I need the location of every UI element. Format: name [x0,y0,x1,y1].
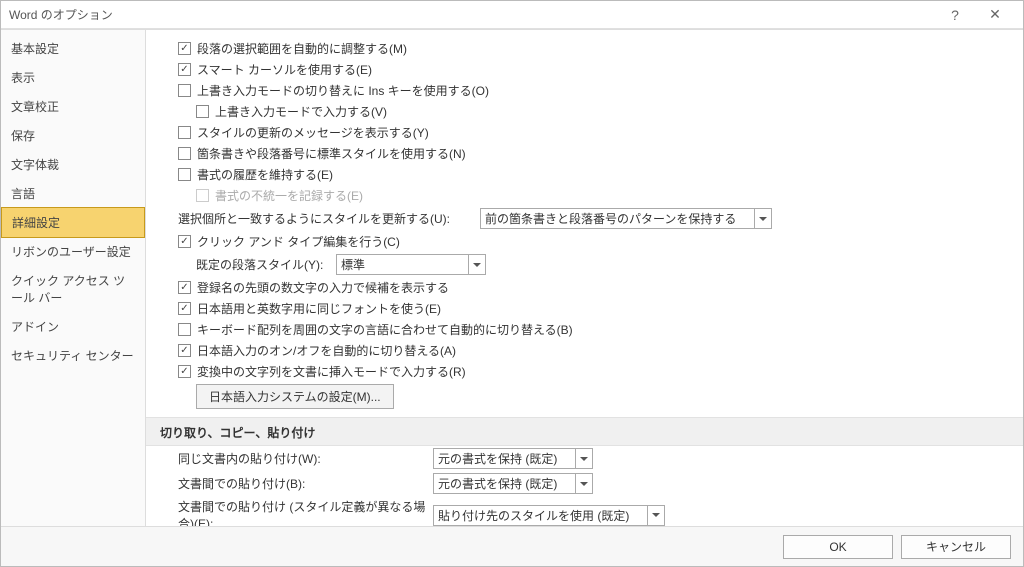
checkbox-icon[interactable] [178,126,191,139]
content-scroll[interactable]: 段落の選択範囲を自動的に調整する(M) スマート カーソルを使用する(E) 上書… [146,30,1023,526]
sidebar-item-proofing[interactable]: 文章校正 [1,92,145,121]
opt-keep-format-history[interactable]: 書式の履歴を維持する(E) [160,164,1009,185]
dialog-body: 基本設定 表示 文章校正 保存 文字体裁 言語 詳細設定 リボンのユーザー設定 … [1,29,1023,526]
option-label: 段落の選択範囲を自動的に調整する(M) [197,40,407,57]
select-paste-other-doc-diff[interactable]: 貼り付け先のスタイルを使用 (既定) [433,505,665,526]
titlebar: Word のオプション ? ✕ [1,1,1023,29]
select-value: 元の書式を保持 (既定) [438,475,571,492]
options-dialog: Word のオプション ? ✕ 基本設定 表示 文章校正 保存 文字体裁 言語 … [0,0,1024,567]
opt-auto-adjust-paragraph[interactable]: 段落の選択範囲を自動的に調整する(M) [160,38,1009,59]
select-default-para-style[interactable]: 標準 [336,254,486,275]
select-value: 前の箇条書きと段落番号のパターンを保持する [485,210,750,227]
checkbox-icon [196,189,209,202]
checkbox-icon[interactable] [178,302,191,315]
label-paste-same-doc: 同じ文書内の貼り付け(W): [178,450,433,467]
option-label: スマート カーソルを使用する(E) [197,61,372,78]
opt-ins-toggle[interactable]: 上書き入力モードの切り替えに Ins キーを使用する(O) [160,80,1009,101]
select-paste-same-doc[interactable]: 元の書式を保持 (既定) [433,448,593,469]
sidebar: 基本設定 表示 文章校正 保存 文字体裁 言語 詳細設定 リボンのユーザー設定 … [1,30,146,526]
row-ime-settings: 日本語入力システムの設定(M)... [160,382,1009,411]
cancel-button[interactable]: キャンセル [901,535,1011,559]
sidebar-item-typography[interactable]: 文字体裁 [1,150,145,179]
sidebar-item-general[interactable]: 基本設定 [1,34,145,63]
sidebar-item-qat[interactable]: クイック アクセス ツール バー [1,266,145,312]
option-label: 書式の履歴を維持する(E) [197,166,333,183]
option-label: 変換中の文字列を文書に挿入モードで入力する(R) [197,363,466,380]
label-paste-other-doc-diff: 文書間での貼り付け (スタイル定義が異なる場合)(E): [178,498,433,526]
option-label: スタイルの更新のメッセージを表示する(Y) [197,124,429,141]
option-label: 箇条書きや段落番号に標準スタイルを使用する(N) [197,145,466,162]
chevron-down-icon [754,209,770,228]
sidebar-item-ribbon[interactable]: リボンのユーザー設定 [1,237,145,266]
checkbox-icon[interactable] [178,281,191,294]
label-default-para-style: 既定の段落スタイル(Y): [196,256,326,273]
chevron-down-icon [647,506,663,525]
option-label: 上書き入力モードの切り替えに Ins キーを使用する(O) [197,82,489,99]
opt-overtype[interactable]: 上書き入力モードで入力する(V) [160,101,1009,122]
sidebar-item-addins[interactable]: アドイン [1,312,145,341]
option-label: 日本語用と英数字用に同じフォントを使う(E) [197,300,441,317]
checkbox-icon[interactable] [178,344,191,357]
label-paste-other-doc: 文書間での貼り付け(B): [178,475,433,492]
option-label: 登録名の先頭の数文字の入力で候補を表示する [197,279,449,296]
chevron-down-icon [575,474,591,493]
opt-record-inconsistency: 書式の不統一を記録する(E) [160,185,1009,206]
window-title: Word のオプション [9,6,935,23]
select-value: 標準 [341,256,464,273]
sidebar-item-language[interactable]: 言語 [1,179,145,208]
row-paste-other-doc-diff: 文書間での貼り付け (スタイル定義が異なる場合)(E): 貼り付け先のスタイルを… [160,496,1009,526]
row-paste-same-doc: 同じ文書内の貼り付け(W): 元の書式を保持 (既定) [160,446,1009,471]
row-default-para-style: 既定の段落スタイル(Y): 標準 [160,252,1009,277]
select-update-style[interactable]: 前の箇条書きと段落番号のパターンを保持する [480,208,772,229]
chevron-down-icon [468,255,484,274]
opt-style-update-prompt[interactable]: スタイルの更新のメッセージを表示する(Y) [160,122,1009,143]
opt-autocomplete-candidates[interactable]: 登録名の先頭の数文字の入力で候補を表示する [160,277,1009,298]
checkbox-icon[interactable] [178,42,191,55]
checkbox-icon[interactable] [178,168,191,181]
checkbox-icon[interactable] [178,365,191,378]
select-value: 元の書式を保持 (既定) [438,450,571,467]
option-label: 書式の不統一を記録する(E) [215,187,363,204]
opt-same-font-jp-en[interactable]: 日本語用と英数字用に同じフォントを使う(E) [160,298,1009,319]
opt-auto-ime-toggle[interactable]: 日本語入力のオン/オフを自動的に切り替える(A) [160,340,1009,361]
checkbox-icon[interactable] [178,63,191,76]
sidebar-item-trust[interactable]: セキュリティ センター [1,341,145,370]
dialog-footer: OK キャンセル [1,526,1023,566]
row-update-style: 選択個所と一致するようにスタイルを更新する(U): 前の箇条書きと段落番号のパタ… [160,206,1009,231]
option-label: キーボード配列を周囲の文字の言語に合わせて自動的に切り替える(B) [197,321,573,338]
label-update-style: 選択個所と一致するようにスタイルを更新する(U): [178,210,450,227]
opt-smart-cursor[interactable]: スマート カーソルを使用する(E) [160,59,1009,80]
opt-click-and-type[interactable]: クリック アンド タイプ編集を行う(C) [160,231,1009,252]
ok-button[interactable]: OK [783,535,893,559]
sidebar-item-advanced[interactable]: 詳細設定 [1,207,145,238]
opt-normal-style-lists[interactable]: 箇条書きや段落番号に標準スタイルを使用する(N) [160,143,1009,164]
checkbox-icon[interactable] [178,147,191,160]
checkbox-icon[interactable] [178,323,191,336]
content-wrap: 段落の選択範囲を自動的に調整する(M) スマート カーソルを使用する(E) 上書… [146,30,1023,526]
checkbox-icon[interactable] [178,235,191,248]
checkbox-icon[interactable] [196,105,209,118]
help-button[interactable]: ? [935,1,975,29]
row-paste-other-doc: 文書間での貼り付け(B): 元の書式を保持 (既定) [160,471,1009,496]
option-label: 上書き入力モードで入力する(V) [215,103,387,120]
ime-settings-button[interactable]: 日本語入力システムの設定(M)... [196,384,394,409]
select-value: 貼り付け先のスタイルを使用 (既定) [438,507,643,524]
checkbox-icon[interactable] [178,84,191,97]
option-label: 日本語入力のオン/オフを自動的に切り替える(A) [197,342,456,359]
opt-auto-keyboard-switch[interactable]: キーボード配列を周囲の文字の言語に合わせて自動的に切り替える(B) [160,319,1009,340]
section-cut-copy-paste: 切り取り、コピー、貼り付け [146,417,1023,446]
close-button[interactable]: ✕ [975,1,1015,29]
opt-insert-converting[interactable]: 変換中の文字列を文書に挿入モードで入力する(R) [160,361,1009,382]
select-paste-other-doc[interactable]: 元の書式を保持 (既定) [433,473,593,494]
sidebar-item-save[interactable]: 保存 [1,121,145,150]
chevron-down-icon [575,449,591,468]
option-label: クリック アンド タイプ編集を行う(C) [197,233,400,250]
sidebar-item-display[interactable]: 表示 [1,63,145,92]
